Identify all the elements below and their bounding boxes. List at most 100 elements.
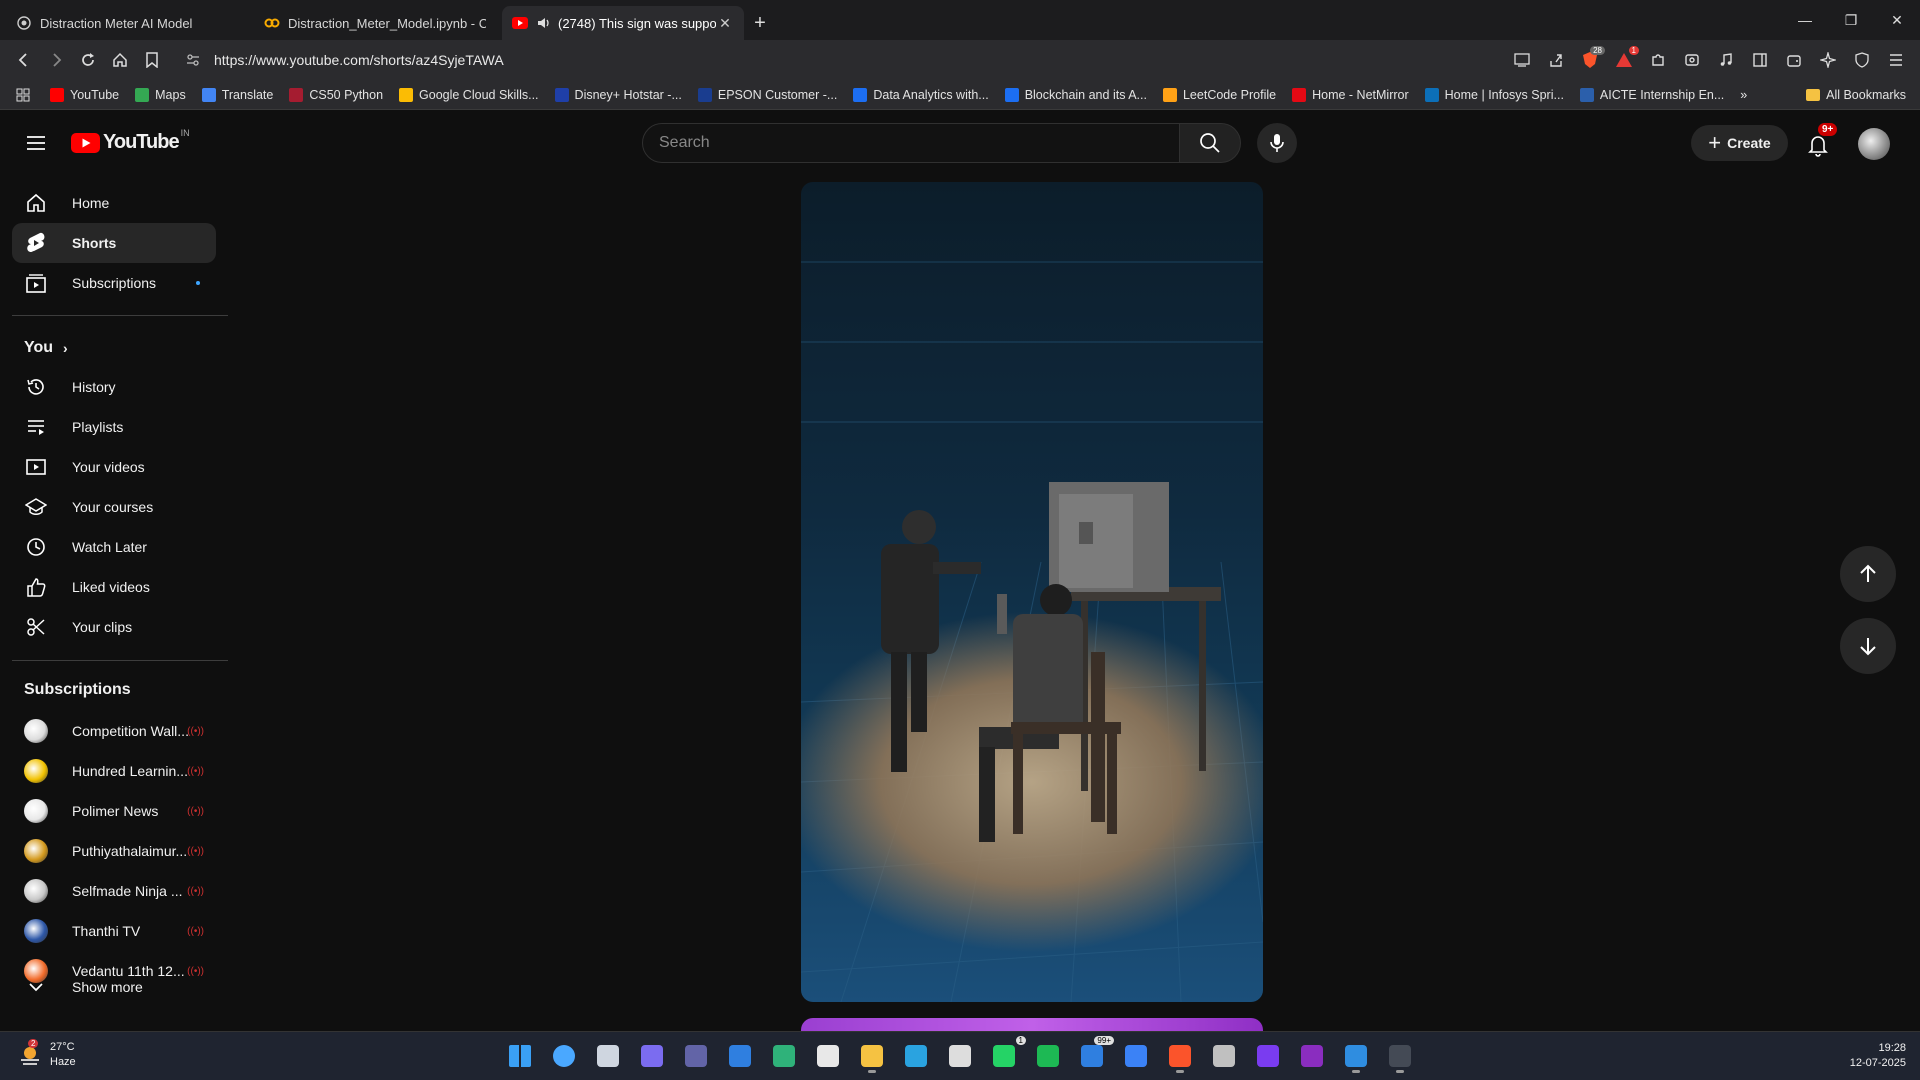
sidebar-item-your-courses[interactable]: Your courses	[12, 487, 216, 527]
previous-short-button[interactable]	[1840, 546, 1896, 602]
subscription-channel[interactable]: Thanthi TV ((•))	[12, 911, 216, 951]
share-icon[interactable]	[1540, 44, 1572, 76]
close-window-icon[interactable]: ✕	[1874, 0, 1920, 40]
sidebar-item-shorts[interactable]: Shorts	[12, 223, 216, 263]
mail-taskbar-icon[interactable]: 99+	[1074, 1036, 1114, 1074]
copilot-taskbar-icon[interactable]	[634, 1038, 670, 1074]
sidebar-item-subscriptions[interactable]: Subscriptions	[12, 263, 216, 303]
account-avatar[interactable]	[1858, 128, 1890, 160]
subscription-channel[interactable]: Hundred Learnin... ((•))	[12, 751, 216, 791]
restore-icon[interactable]: ❐	[1828, 0, 1874, 40]
sidebar-item-liked-videos[interactable]: Liked videos	[12, 567, 216, 607]
close-tab-icon[interactable]: ✕	[716, 14, 734, 32]
more-bookmarks-icon[interactable]: »	[1740, 88, 1747, 102]
sidebar-item-history[interactable]: History	[12, 367, 216, 407]
browser-tab-3-active[interactable]: (2748) This sign was suppose ✕	[502, 6, 744, 40]
wallet-icon[interactable]	[1778, 44, 1810, 76]
shorts-video-player[interactable]	[801, 182, 1263, 1002]
site-settings-icon[interactable]	[186, 53, 200, 67]
file-explorer-taskbar-icon[interactable]	[854, 1038, 890, 1074]
page-scrollbar[interactable]	[1906, 175, 1920, 1031]
all-bookmarks-folder[interactable]: All Bookmarks	[1806, 88, 1906, 102]
onenote-taskbar-icon[interactable]	[1294, 1038, 1330, 1074]
brave-shields-icon[interactable]: 28	[1574, 44, 1606, 76]
bookmark-icon[interactable]	[136, 44, 168, 76]
windows-start-taskbar-icon[interactable]	[502, 1038, 538, 1074]
bookmark-item[interactable]: LeetCode Profile	[1162, 87, 1276, 102]
system-clock[interactable]: 19:28 12-07-2025	[1850, 1041, 1906, 1071]
next-short-preview[interactable]	[801, 1018, 1263, 1032]
weather-widget[interactable]: 2 27°C Haze	[18, 1039, 76, 1070]
you-section-header[interactable]: You ›	[24, 339, 68, 357]
sidebar-toggle-icon[interactable]	[1744, 44, 1776, 76]
show-more-button[interactable]: Show more	[12, 967, 216, 1007]
spotify-taskbar-icon[interactable]	[1030, 1038, 1066, 1074]
teams-taskbar-icon[interactable]	[678, 1038, 714, 1074]
store-taskbar-icon[interactable]	[810, 1038, 846, 1074]
leo-ai-icon[interactable]	[1812, 44, 1844, 76]
sidebar-item-your-clips[interactable]: Your clips	[12, 607, 216, 647]
new-tab-button[interactable]: +	[744, 6, 776, 40]
menu-icon[interactable]	[1880, 44, 1912, 76]
bookmark-item[interactable]: YouTube	[50, 87, 119, 102]
bookmark-item[interactable]: CS50 Python	[289, 87, 383, 102]
search-button[interactable]	[1179, 123, 1241, 163]
brave-taskbar-icon[interactable]	[1162, 1038, 1198, 1074]
guide-menu-icon[interactable]	[24, 131, 48, 155]
next-short-button[interactable]	[1840, 618, 1896, 674]
subscription-channel[interactable]: Polimer News ((•))	[12, 791, 216, 831]
bookmark-item[interactable]: Google Cloud Skills...	[399, 87, 539, 102]
bookmark-item[interactable]: Home | Infosys Spri...	[1424, 87, 1564, 102]
create-button[interactable]: + Create	[1691, 125, 1788, 161]
search-taskbar-icon[interactable]	[546, 1038, 582, 1074]
reload-icon[interactable]	[72, 44, 104, 76]
telegram-taskbar-icon[interactable]	[898, 1038, 934, 1074]
home-browser-icon[interactable]	[104, 44, 136, 76]
cast-icon[interactable]	[1506, 44, 1538, 76]
media-icon[interactable]	[1710, 44, 1742, 76]
address-bar[interactable]: https://www.youtube.com/shorts/az4SyjeTA…	[174, 45, 1500, 75]
forward-icon[interactable]	[40, 44, 72, 76]
sidebar-item-playlists[interactable]: Playlists	[12, 407, 216, 447]
search-input[interactable]: Search	[642, 123, 1180, 163]
subscription-channel[interactable]: Selfmade Ninja ... ((•))	[12, 871, 216, 911]
task-view-taskbar-icon[interactable]	[590, 1038, 626, 1074]
vscode-taskbar-icon[interactable]	[1338, 1038, 1374, 1074]
speaker-icon[interactable]	[536, 15, 552, 31]
widgets-taskbar-icon[interactable]	[722, 1038, 758, 1074]
bookmark-item[interactable]: Blockchain and its A...	[1004, 87, 1147, 102]
bookmark-item[interactable]: EPSON Customer -...	[697, 87, 837, 102]
todo-taskbar-icon[interactable]	[1118, 1038, 1154, 1074]
apps-grid-icon[interactable]	[16, 88, 30, 102]
chevron-down-icon	[24, 975, 48, 999]
bookmark-item[interactable]: AICTE Internship En...	[1579, 87, 1724, 102]
subscription-channel[interactable]: Puthiyathalaimur... ((•))	[12, 831, 216, 871]
bookmark-item[interactable]: Disney+ Hotstar -...	[554, 87, 682, 102]
bookmark-item[interactable]: Translate	[201, 87, 273, 102]
brave-rewards-icon[interactable]: 1	[1608, 44, 1640, 76]
bookmark-item[interactable]: Data Analytics with...	[853, 87, 989, 102]
minimize-icon[interactable]: —	[1782, 0, 1828, 40]
github-desktop-taskbar-icon[interactable]	[1206, 1038, 1242, 1074]
screenshot-icon[interactable]	[1676, 44, 1708, 76]
edge-taskbar-icon[interactable]	[766, 1038, 802, 1074]
bookmark-item[interactable]: Maps	[135, 87, 186, 102]
app-a-taskbar-icon[interactable]	[1250, 1038, 1286, 1074]
youtube-logo[interactable]: YouTube IN	[71, 128, 190, 154]
sidebar-item-your-videos[interactable]: Your videos	[12, 447, 216, 487]
bookmark-item[interactable]: Home - NetMirror	[1292, 87, 1409, 102]
browser-tab-2[interactable]: Distraction_Meter_Model.ipynb - Col	[254, 6, 496, 40]
subscription-channel[interactable]: Competition Wall... ((•))	[12, 711, 216, 751]
back-icon[interactable]	[8, 44, 40, 76]
voice-search-button[interactable]	[1257, 123, 1297, 163]
sidebar-item-home[interactable]: Home	[12, 183, 216, 223]
browser-tab-1[interactable]: Distraction Meter AI Model	[6, 6, 248, 40]
extensions-icon[interactable]	[1642, 44, 1674, 76]
sidebar-item-watch-later[interactable]: Watch Later	[12, 527, 216, 567]
vpn-icon[interactable]	[1846, 44, 1878, 76]
whatsapp-taskbar-icon[interactable]: 1	[986, 1036, 1026, 1074]
media-player-taskbar-icon[interactable]	[942, 1038, 978, 1074]
channel-name: Puthiyathalaimur...	[72, 843, 188, 859]
notifications-button[interactable]: 9+	[1800, 123, 1838, 163]
terminal-taskbar-icon[interactable]	[1382, 1038, 1418, 1074]
